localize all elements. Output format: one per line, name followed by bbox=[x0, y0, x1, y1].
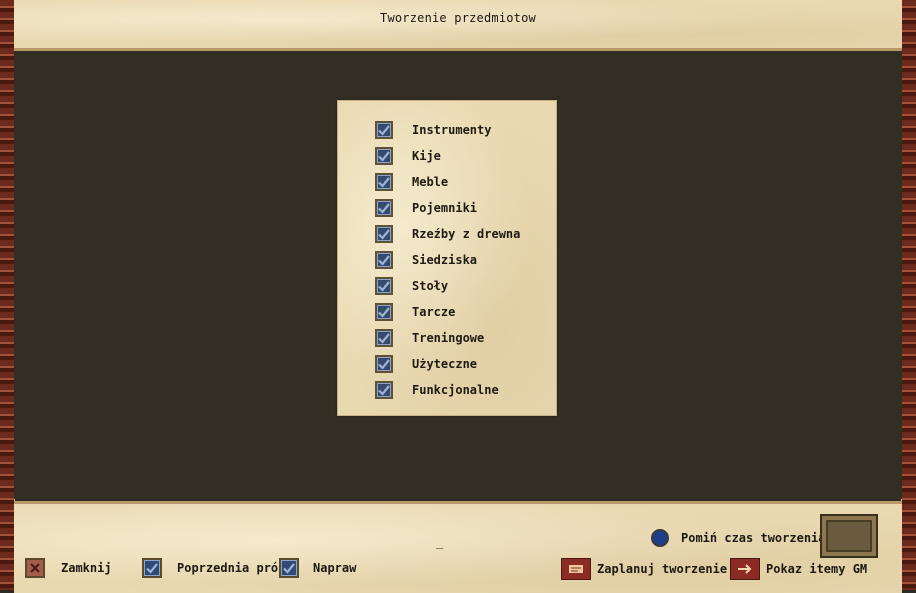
category-checkbox[interactable] bbox=[375, 225, 393, 243]
category-label: Treningowe bbox=[412, 331, 485, 345]
scroll-icon bbox=[561, 558, 591, 580]
category-item[interactable]: Pojemniki bbox=[375, 198, 477, 218]
previous-attempt-button[interactable]: Poprzednia próba bbox=[142, 558, 293, 578]
arrow-right-icon bbox=[730, 558, 760, 580]
category-item[interactable]: Rzeźby z drewna bbox=[375, 224, 520, 244]
checkmark-icon bbox=[142, 558, 162, 578]
item-preview-box bbox=[820, 514, 878, 558]
previous-attempt-label: Poprzednia próba bbox=[177, 561, 293, 575]
category-label: Instrumenty bbox=[412, 123, 492, 137]
checkmark-icon bbox=[279, 558, 299, 578]
skip-time-toggle[interactable]: Pomiń czas tworzenia bbox=[651, 529, 826, 547]
category-checkbox[interactable] bbox=[375, 173, 393, 191]
category-checkbox[interactable] bbox=[375, 355, 393, 373]
category-label: Użyteczne bbox=[412, 357, 478, 371]
checkmark-icon bbox=[378, 125, 390, 136]
repair-label: Napraw bbox=[313, 561, 357, 575]
checkmark-icon bbox=[378, 229, 390, 240]
checkmark-icon bbox=[378, 307, 390, 318]
checkmark-icon bbox=[378, 281, 390, 292]
left-frame-border bbox=[0, 0, 15, 590]
category-item[interactable]: Siedziska bbox=[375, 250, 477, 270]
category-checkbox[interactable] bbox=[375, 199, 393, 217]
category-checkbox[interactable] bbox=[375, 147, 393, 165]
category-checkbox[interactable] bbox=[375, 251, 393, 269]
category-label: Meble bbox=[412, 175, 449, 189]
window-title: Tworzenie przedmiotow bbox=[380, 11, 536, 25]
category-label: Stoły bbox=[412, 279, 449, 293]
checkmark-icon bbox=[378, 359, 390, 370]
checkmark-icon bbox=[378, 203, 390, 214]
category-item[interactable]: Kije bbox=[375, 146, 441, 166]
category-label: Kije bbox=[412, 149, 441, 163]
show-gm-items-button[interactable]: Pokaz itemy GM bbox=[730, 558, 867, 580]
skip-time-label: Pomiń czas tworzenia bbox=[681, 531, 826, 545]
category-item[interactable]: Treningowe bbox=[375, 328, 484, 348]
category-item[interactable]: Funkcjonalne bbox=[375, 380, 499, 400]
close-button[interactable]: Zamknij bbox=[25, 558, 112, 578]
category-item[interactable]: Tarcze bbox=[375, 302, 455, 322]
category-checkbox[interactable] bbox=[375, 329, 393, 347]
category-list-panel: Instrumenty Kije Meble Pojemniki Rzeźby … bbox=[337, 100, 557, 416]
checkmark-icon bbox=[378, 385, 390, 396]
category-checkbox[interactable] bbox=[375, 121, 393, 139]
checkmark-icon bbox=[378, 151, 390, 162]
status-text: _ bbox=[436, 535, 444, 549]
category-checkbox[interactable] bbox=[375, 303, 393, 321]
title-bar: Tworzenie przedmiotow bbox=[14, 0, 902, 51]
checkmark-icon bbox=[378, 333, 390, 344]
show-gm-items-label: Pokaz itemy GM bbox=[766, 562, 868, 576]
repair-button[interactable]: Napraw bbox=[279, 558, 356, 578]
radio-icon bbox=[651, 529, 669, 547]
category-label: Siedziska bbox=[412, 253, 478, 267]
checkmark-icon bbox=[378, 255, 390, 266]
right-frame-border bbox=[901, 0, 916, 590]
category-label: Pojemniki bbox=[412, 201, 478, 215]
category-label: Funkcjonalne bbox=[412, 383, 499, 397]
schedule-crafting-button[interactable]: Zaplanuj tworzenie bbox=[561, 558, 727, 580]
category-item[interactable]: Meble bbox=[375, 172, 448, 192]
close-icon bbox=[25, 558, 45, 578]
close-label: Zamknij bbox=[61, 561, 112, 575]
schedule-crafting-label: Zaplanuj tworzenie bbox=[597, 562, 728, 576]
category-item[interactable]: Użyteczne bbox=[375, 354, 477, 374]
category-label: Tarcze bbox=[412, 305, 456, 319]
category-checkbox[interactable] bbox=[375, 277, 393, 295]
category-checkbox[interactable] bbox=[375, 381, 393, 399]
category-item[interactable]: Instrumenty bbox=[375, 120, 491, 140]
checkmark-icon bbox=[378, 177, 390, 188]
category-item[interactable]: Stoły bbox=[375, 276, 448, 296]
category-label: Rzeźby z drewna bbox=[412, 227, 521, 241]
